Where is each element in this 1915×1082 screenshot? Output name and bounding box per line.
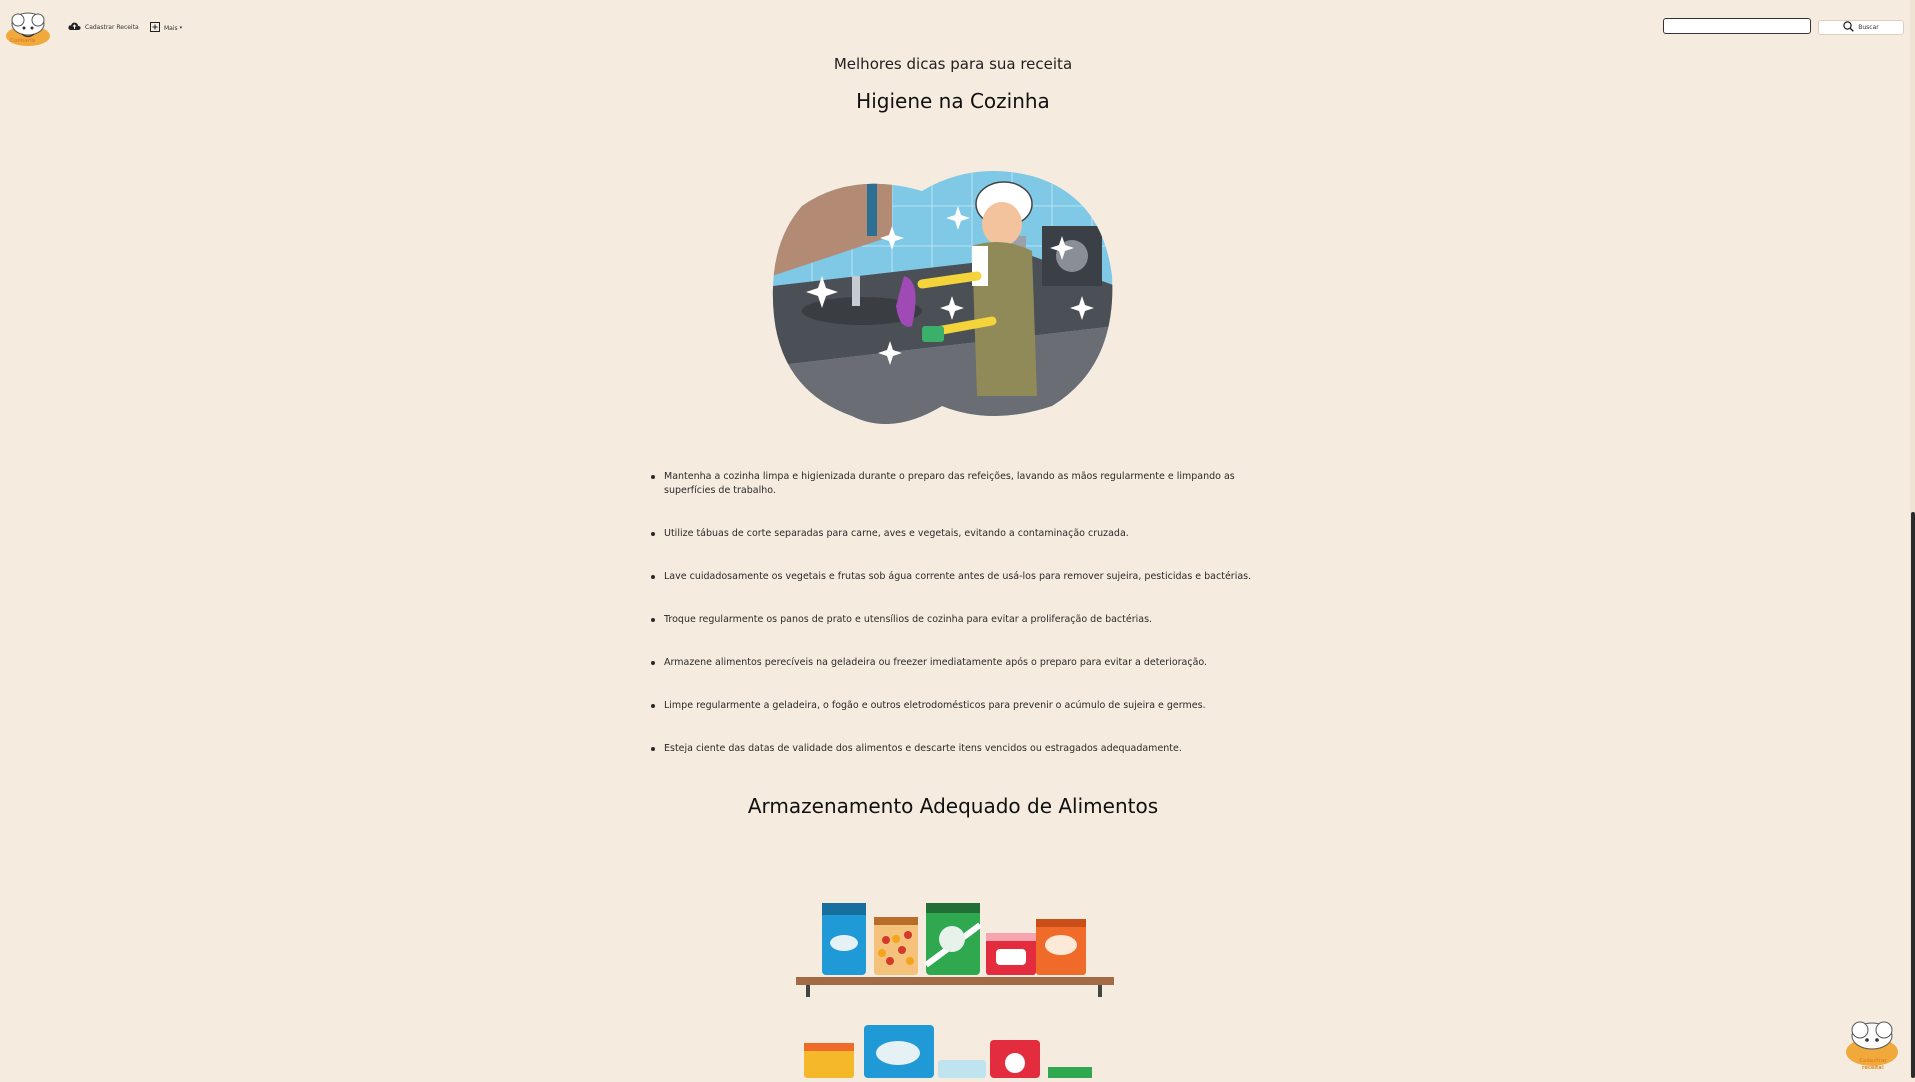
caret-down-icon: ▾: [179, 25, 183, 31]
plus-square-icon: [150, 22, 164, 34]
list-item: Armazene alimentos perecíveis na geladei…: [651, 656, 1264, 670]
section-title-higiene: Higiene na Cozinha: [856, 89, 1050, 113]
top-navbar: Culinaria Cadastrar Receita Mais ▾ Busca…: [0, 0, 1915, 56]
kitchen-cleaning-illustration: [772, 166, 1116, 430]
food-storage-shelves-illustration: [792, 895, 1114, 1078]
search-button-label: Buscar: [1858, 24, 1879, 31]
nav-cadastrar-receita[interactable]: Cadastrar Receita: [68, 22, 139, 33]
page-subtitle: Melhores dicas para sua receita: [833, 55, 1073, 73]
list-item: Mantenha a cozinha limpa e higienizada d…: [651, 470, 1264, 498]
nav-mais-label: Mais: [164, 24, 178, 32]
list-item: Lave cuidadosamente os vegetais e frutas…: [651, 570, 1284, 584]
logo-text: Culinaria: [10, 38, 36, 44]
section-title-armazenamento: Armazenamento Adequado de Alimentos: [747, 794, 1159, 818]
list-item: Utilize tábuas de corte separadas para c…: [651, 527, 1264, 541]
search-input[interactable]: [1663, 18, 1811, 34]
scrollbar-thumb[interactable]: [1911, 512, 1915, 1078]
page-scrollbar[interactable]: [1910, 0, 1915, 1078]
floating-badge-text: Cadastrar receita!: [1859, 1058, 1887, 1071]
list-item: Troque regularmente os panos de prato e …: [651, 613, 1264, 627]
search-button[interactable]: Buscar: [1818, 20, 1904, 35]
nav-cadastrar-label: Cadastrar Receita: [85, 24, 139, 31]
list-item: Esteja ciente das datas de validade dos …: [651, 742, 1264, 756]
list-item: Limpe regularmente a geladeira, o fogão …: [651, 699, 1264, 713]
cloud-upload-icon: [68, 22, 85, 33]
search-icon: [1843, 21, 1858, 34]
nav-mais-dropdown[interactable]: Mais ▾: [150, 22, 182, 34]
